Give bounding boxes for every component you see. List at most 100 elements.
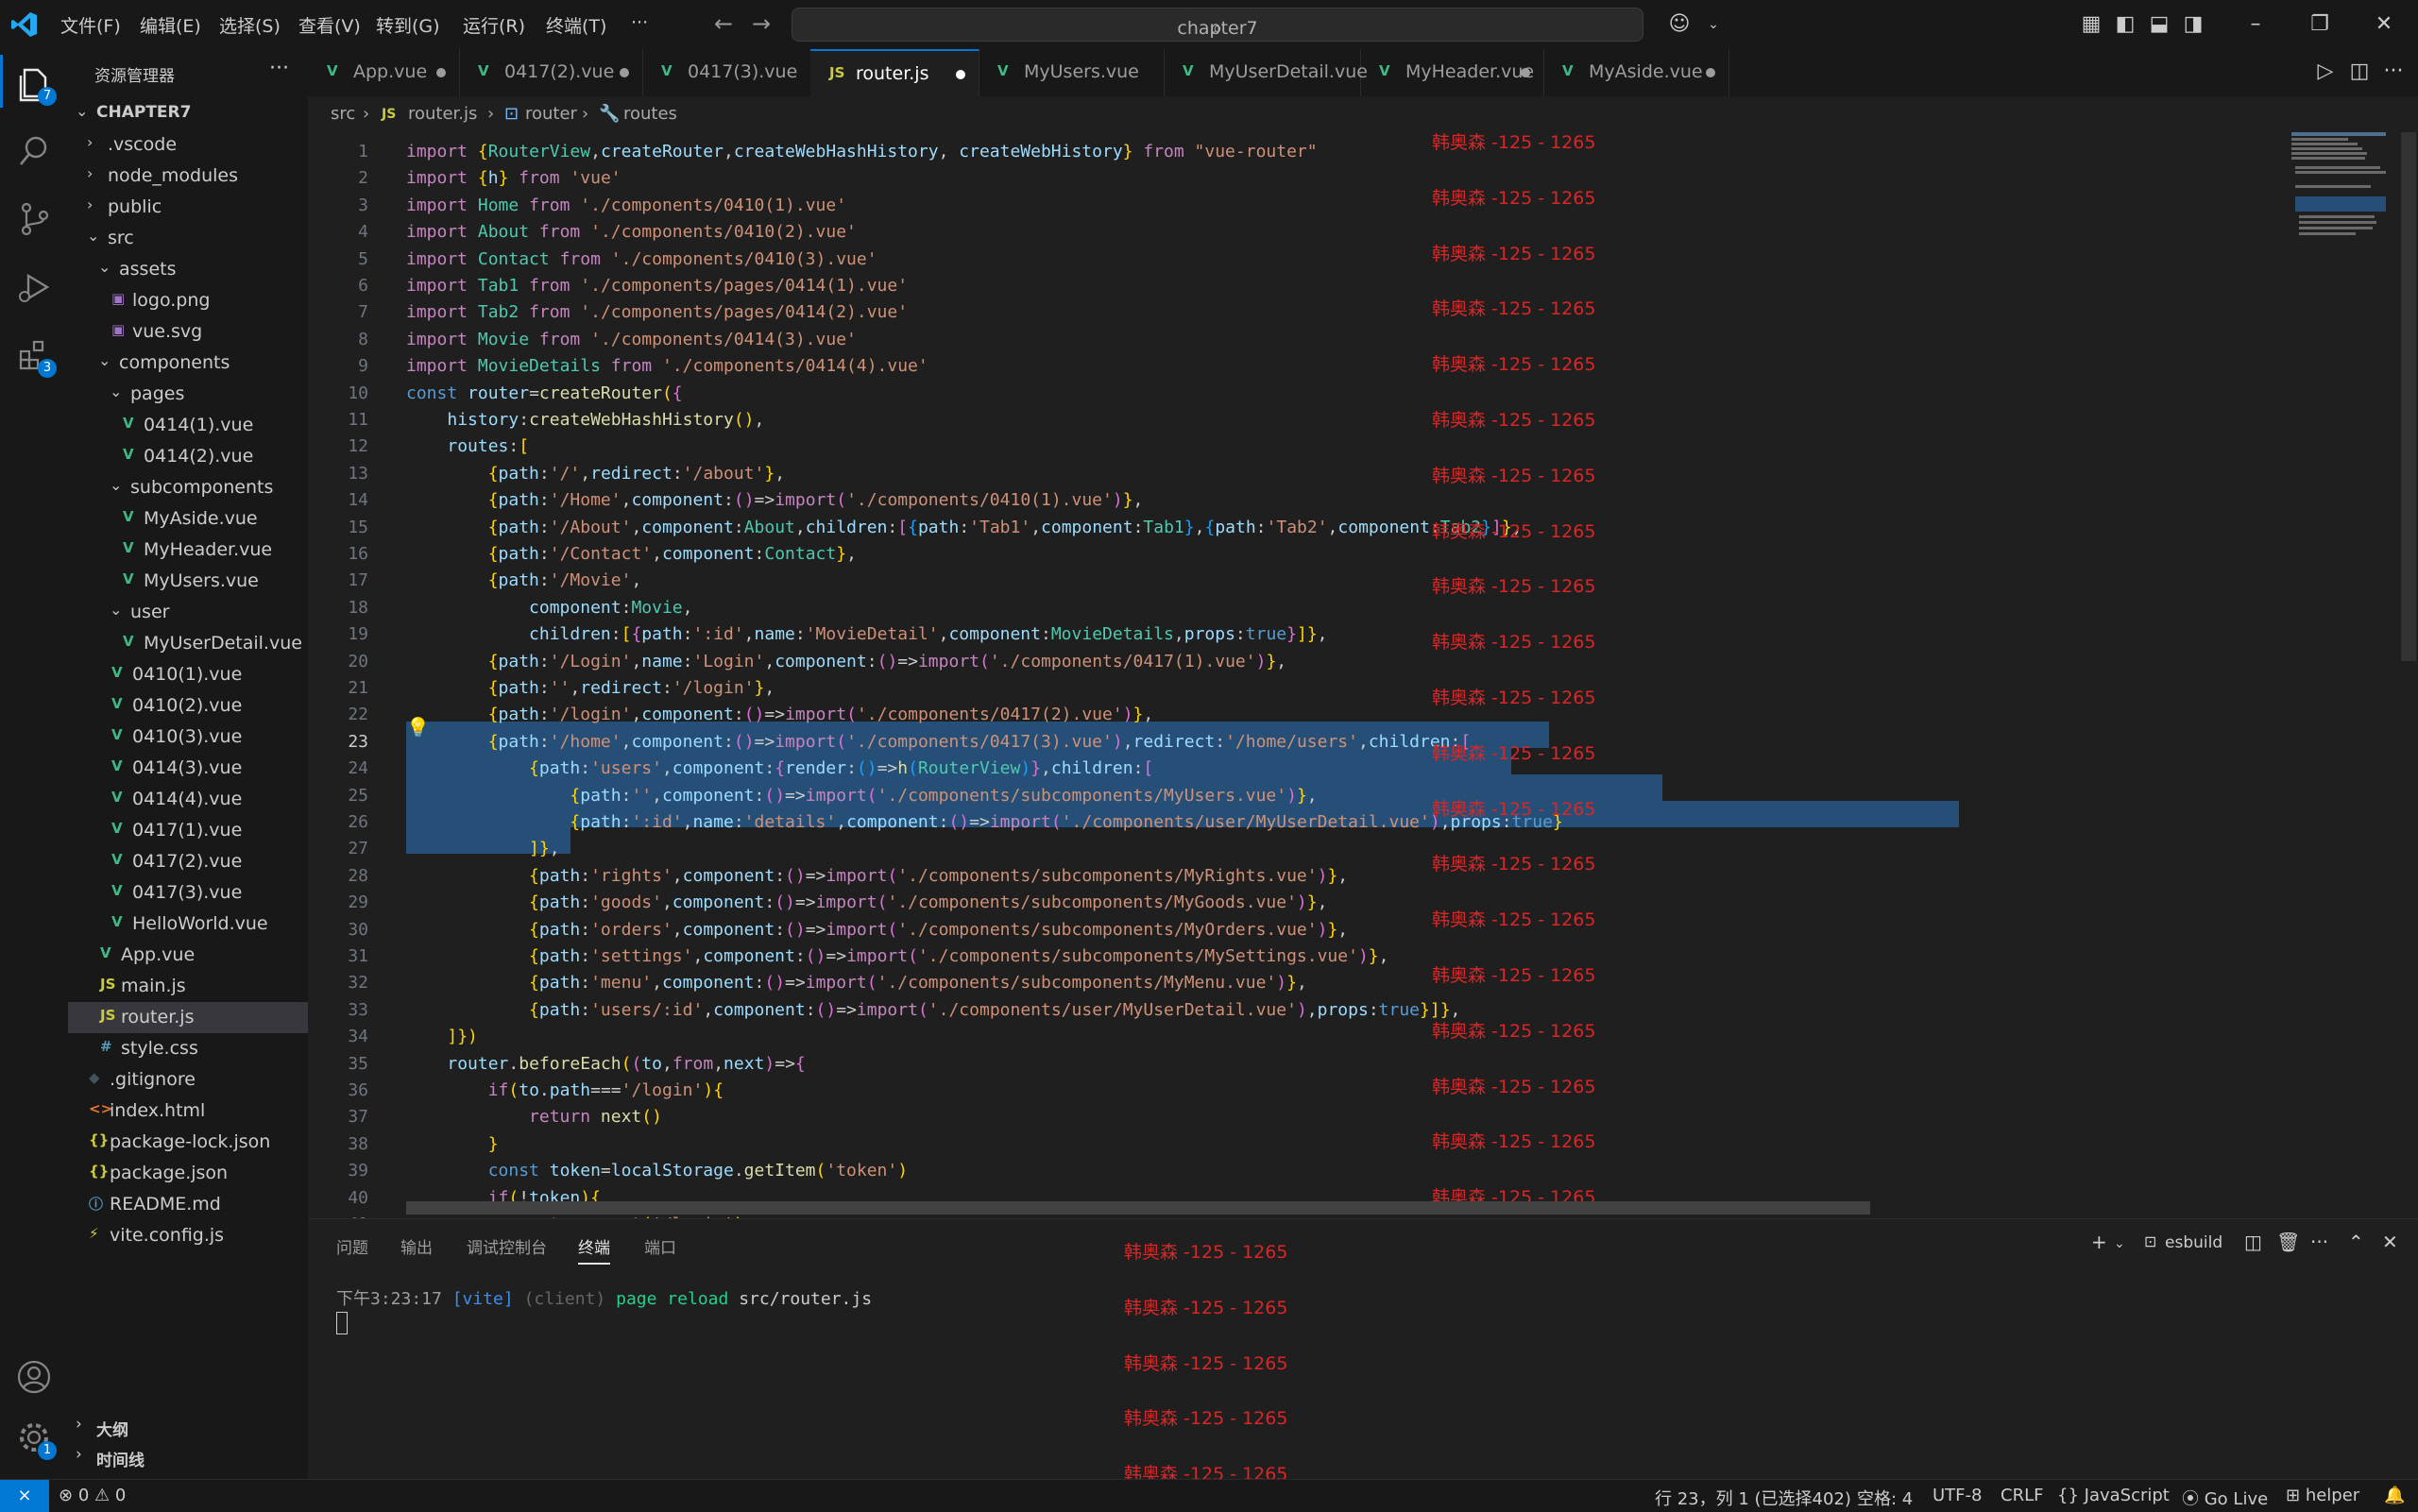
tree-item[interactable]: V 0417(2).vue xyxy=(68,846,308,877)
tree-root-folder[interactable]: ⌄ CHAPTER7 xyxy=(68,98,308,129)
helper-status[interactable]: ⊞ helper xyxy=(2286,1486,2359,1505)
manage-gear-icon[interactable]: 1 xyxy=(13,1417,57,1460)
unsaved-dot-icon[interactable] xyxy=(1521,68,1530,77)
tree-item[interactable]: ⓘ README.md xyxy=(68,1189,308,1220)
explorer-more-icon[interactable]: ··· xyxy=(269,57,289,80)
unsaved-dot-icon[interactable] xyxy=(620,68,629,77)
explorer-icon[interactable]: 7 xyxy=(13,62,57,106)
menu-item-6[interactable]: 终端(T) xyxy=(546,12,606,38)
toggle-sidebar-icon[interactable]: ◧ xyxy=(2108,8,2142,42)
tree-item[interactable]: V 0410(3).vue xyxy=(68,722,308,753)
breadcrumb-src[interactable]: src xyxy=(331,104,355,124)
encoding[interactable]: UTF-8 xyxy=(1933,1486,1982,1505)
tree-item[interactable]: V 0417(1).vue xyxy=(68,815,308,846)
tree-item[interactable]: ⌄ user xyxy=(68,597,308,628)
tree-item[interactable]: {} package-lock.json xyxy=(68,1127,308,1158)
indentation[interactable]: 空格: 4 xyxy=(1857,1486,1913,1510)
tree-item[interactable]: ⌄ assets xyxy=(68,254,308,285)
kill-terminal-trash-icon[interactable]: 🗑 xyxy=(2276,1231,2300,1253)
tree-item[interactable]: V 0417(3).vue xyxy=(68,877,308,909)
language-mode[interactable]: {} JavaScript xyxy=(2057,1486,2170,1505)
terminal-name[interactable]: esbuild xyxy=(2165,1233,2222,1252)
tree-item[interactable]: {} package.json xyxy=(68,1158,308,1189)
tree-item[interactable]: ▣ vue.svg xyxy=(68,316,308,348)
terminal-dropdown-icon[interactable]: ⌄ xyxy=(2114,1236,2125,1251)
minimap[interactable] xyxy=(2291,132,2386,246)
close-icon[interactable]: ✕ xyxy=(2367,8,2401,42)
tab-2[interactable]: V 0417(3).vue xyxy=(642,49,811,96)
maximize-panel-icon[interactable]: ⌃ xyxy=(2348,1231,2364,1253)
tree-item[interactable]: JS main.js xyxy=(68,971,308,1002)
tree-item[interactable]: V HelloWorld.vue xyxy=(68,909,308,940)
minimize-icon[interactable]: – xyxy=(2239,8,2273,42)
tab-1[interactable]: V 0417(2).vue xyxy=(459,49,643,96)
restore-icon[interactable]: ❐ xyxy=(2303,8,2337,42)
tree-item[interactable]: › .vscode xyxy=(68,129,308,161)
horizontal-scrollbar[interactable] xyxy=(406,1201,1870,1215)
panel-tab-3[interactable]: 终端 xyxy=(578,1234,610,1265)
menu-item-0[interactable]: 文件(F) xyxy=(60,12,121,38)
tree-item[interactable]: ⌄ pages xyxy=(68,379,308,410)
menu-item-3[interactable]: 查看(V) xyxy=(298,12,361,38)
tree-item[interactable]: › public xyxy=(68,192,308,223)
editor-more-icon[interactable]: ··· xyxy=(2376,55,2410,89)
customize-layout-icon[interactable]: ▦ xyxy=(2074,8,2108,42)
tab-4[interactable]: V MyUsers.vue xyxy=(979,49,1165,96)
tree-item[interactable]: V MyAside.vue xyxy=(68,503,308,535)
timeline-section[interactable]: › 时间线 xyxy=(68,1441,308,1471)
tree-item[interactable]: ⌄ src xyxy=(68,223,308,254)
panel-tab-1[interactable]: 输出 xyxy=(400,1234,433,1258)
tab-3[interactable]: JS router.js xyxy=(810,49,979,97)
code-editor[interactable]: 1 import {RouterView,createRouter,createW… xyxy=(308,132,2418,1218)
breadcrumb-router[interactable]: router xyxy=(525,104,577,124)
back-arrow-icon[interactable]: ← xyxy=(714,10,733,37)
toggle-secondary-sidebar-icon[interactable]: ◨ xyxy=(2176,8,2210,42)
notifications-bell-icon[interactable]: 🔔 xyxy=(2384,1486,2405,1505)
tree-item[interactable]: › node_modules xyxy=(68,161,308,192)
outline-section[interactable]: › 大纲 xyxy=(68,1411,308,1441)
tab-0[interactable]: V App.vue xyxy=(308,49,460,96)
tree-item[interactable]: ⌄ components xyxy=(68,348,308,379)
close-panel-icon[interactable]: ✕ xyxy=(2382,1231,2398,1253)
toggle-panel-icon[interactable]: ⬓ xyxy=(2142,8,2176,42)
tree-item[interactable]: V MyUserDetail.vue xyxy=(68,628,308,659)
tree-item[interactable]: ⚡ vite.config.js xyxy=(68,1220,308,1251)
tree-item[interactable]: ⌄ subcomponents xyxy=(68,472,308,503)
source-control-icon[interactable] xyxy=(13,198,55,240)
unsaved-dot-icon[interactable] xyxy=(956,70,965,79)
menu-item-7[interactable]: ··· xyxy=(631,12,648,33)
tab-7[interactable]: V MyAside.vue xyxy=(1543,49,1729,96)
vertical-scrollbar[interactable] xyxy=(2401,132,2416,661)
menu-item-2[interactable]: 选择(S) xyxy=(219,12,281,38)
menu-item-4[interactable]: 转到(G) xyxy=(376,12,440,38)
panel-tab-2[interactable]: 调试控制台 xyxy=(467,1234,547,1258)
account-icon[interactable] xyxy=(13,1356,55,1398)
tree-item[interactable]: ◆ .gitignore xyxy=(68,1064,308,1096)
tab-6[interactable]: V MyHeader.vue xyxy=(1360,49,1544,96)
panel-more-icon[interactable]: ··· xyxy=(2310,1231,2328,1253)
cursor-position[interactable]: 行 23，列 1 (已选择402) xyxy=(1655,1486,1851,1510)
new-terminal-plus-icon[interactable]: + xyxy=(2091,1231,2107,1253)
breadcrumb-routes[interactable]: routes xyxy=(623,104,677,124)
panel-tab-0[interactable]: 问题 xyxy=(336,1234,368,1258)
run-debug-icon[interactable] xyxy=(13,266,55,308)
tree-item[interactable]: V 0414(2).vue xyxy=(68,441,308,472)
tree-item[interactable]: ▣ logo.png xyxy=(68,285,308,316)
go-live-button[interactable]: ⦿ Go Live xyxy=(2182,1486,2268,1510)
tree-item[interactable]: V MyUsers.vue xyxy=(68,566,308,597)
run-file-icon[interactable]: ▷ xyxy=(2308,55,2342,89)
unsaved-dot-icon[interactable] xyxy=(1706,68,1715,77)
tree-item[interactable]: V 0410(2).vue xyxy=(68,690,308,722)
tree-item[interactable]: <> index.html xyxy=(68,1096,308,1127)
panel-tab-4[interactable]: 端口 xyxy=(644,1234,676,1258)
split-terminal-icon[interactable]: ◫ xyxy=(2244,1231,2262,1253)
tree-item[interactable]: V 0414(4).vue xyxy=(68,784,308,815)
problems-status[interactable]: ⊗ 0 ⚠ 0 xyxy=(59,1486,126,1505)
tree-item[interactable]: V 0414(1).vue xyxy=(68,410,308,441)
breadcrumb-file[interactable]: router.js xyxy=(408,104,477,124)
copilot-icon[interactable]: ☺ xyxy=(1662,8,1696,42)
tree-item[interactable]: JS router.js xyxy=(68,1002,308,1033)
line-endings[interactable]: CRLF xyxy=(2001,1486,2043,1505)
copilot-dropdown-icon[interactable]: ⌄ xyxy=(1696,8,1730,42)
tab-5[interactable]: V MyUserDetail.vue xyxy=(1164,49,1368,96)
